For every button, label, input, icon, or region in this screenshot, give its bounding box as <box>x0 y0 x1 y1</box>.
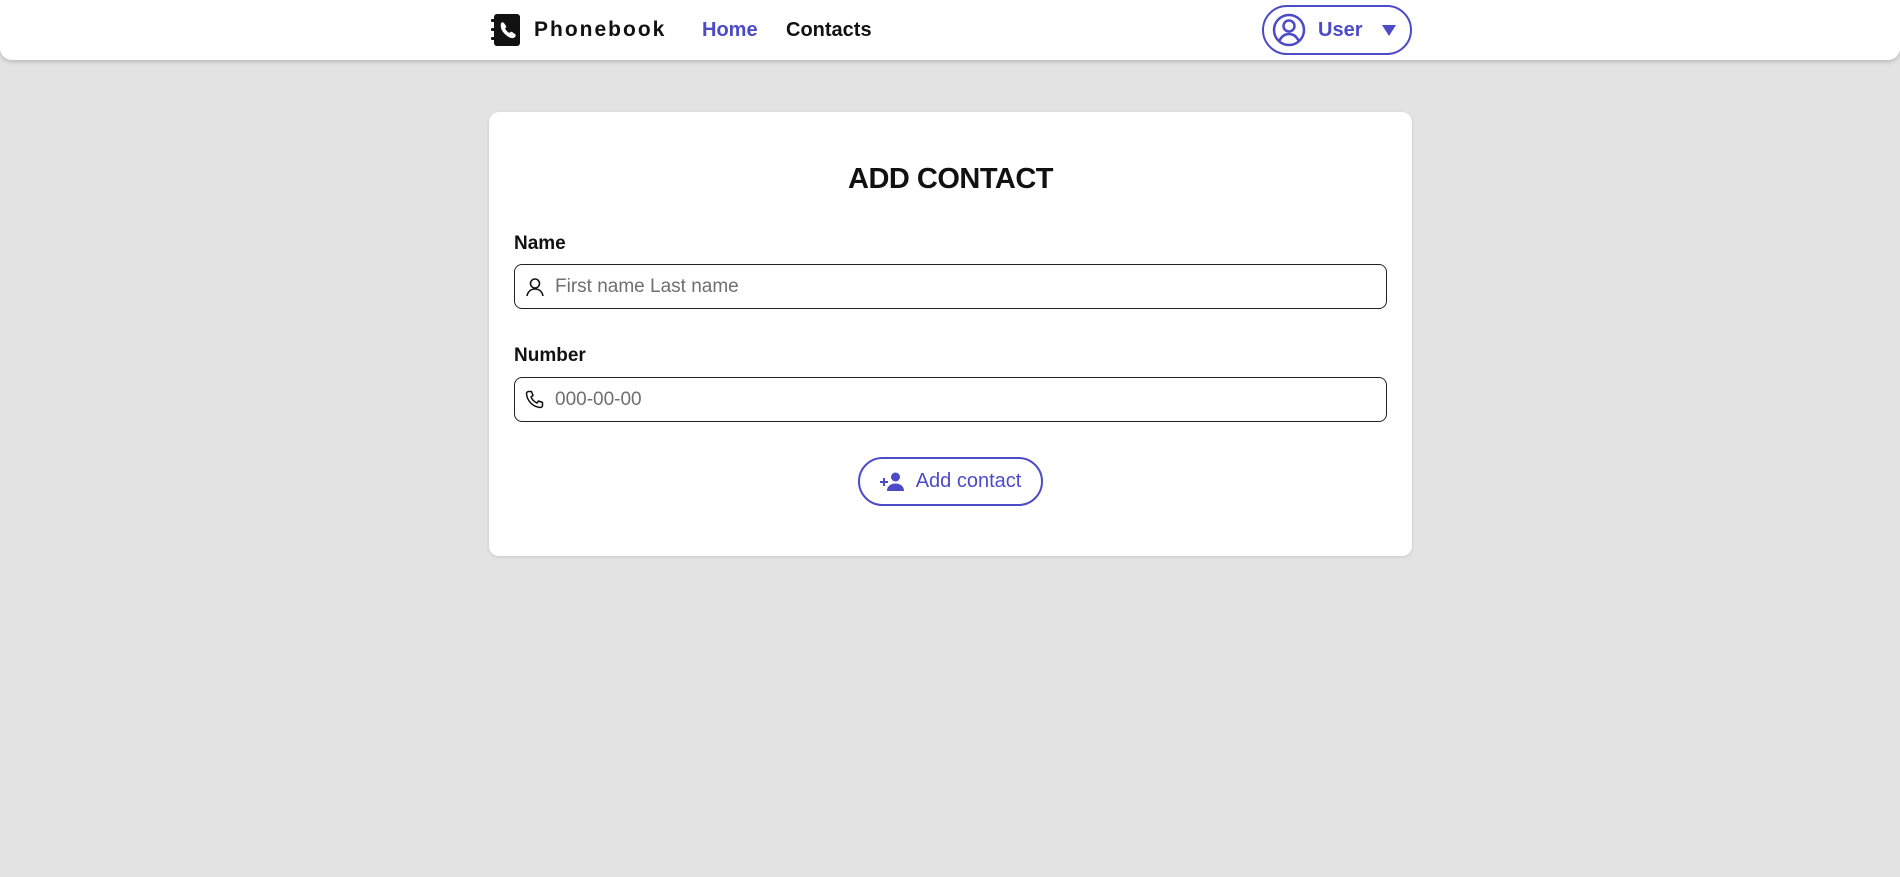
nav-contacts-link[interactable]: Contacts <box>786 19 872 42</box>
add-contact-button[interactable]: Add contact <box>858 457 1043 506</box>
number-input[interactable] <box>555 379 1375 420</box>
user-circle-icon <box>1272 13 1306 47</box>
name-label: Name <box>514 233 566 254</box>
add-contact-card: ADD CONTACT Name Number Add contact <box>489 112 1412 556</box>
caret-down-icon <box>1382 25 1396 36</box>
number-label: Number <box>514 345 586 366</box>
add-user-icon <box>879 472 904 491</box>
nav-home-link[interactable]: Home <box>702 19 758 42</box>
user-menu-label: User <box>1318 18 1363 41</box>
logo-text: Phonebook <box>534 18 667 41</box>
person-icon <box>526 277 544 296</box>
phonebook-logo-icon <box>491 14 520 46</box>
logo[interactable]: Phonebook <box>491 13 666 47</box>
name-input[interactable] <box>555 266 1375 307</box>
page-title: ADD CONTACT <box>848 163 1054 195</box>
number-field-wrapper <box>514 377 1387 422</box>
phone-icon <box>525 390 544 408</box>
user-menu-button[interactable]: User <box>1262 5 1412 55</box>
add-contact-label: Add contact <box>915 470 1022 492</box>
top-header: Phonebook Home Contacts User <box>0 0 1900 60</box>
name-field-wrapper <box>514 264 1387 309</box>
